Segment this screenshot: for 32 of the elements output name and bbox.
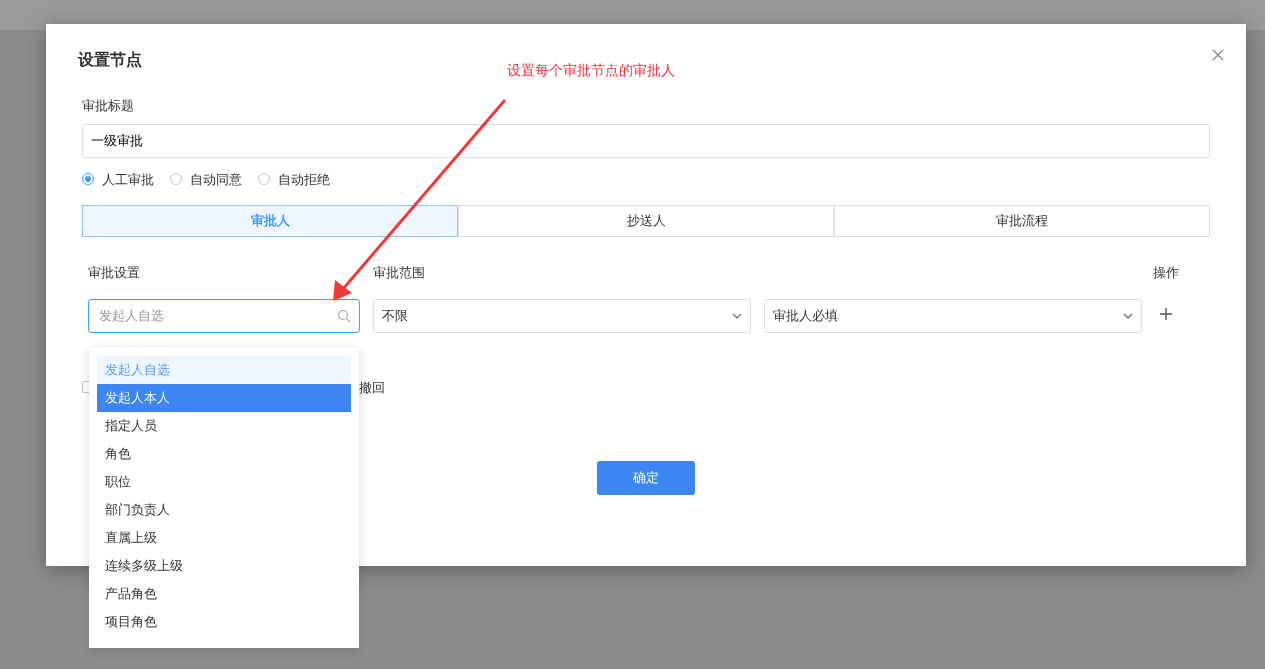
search-select[interactable]: 发起人自选 <box>88 298 360 333</box>
dropdown-option[interactable]: 部门负责人 <box>97 496 174 524</box>
field-label: 审批标题 <box>82 97 135 115</box>
caret-icon <box>732 312 742 319</box>
dropdown-option[interactable]: 发起人本人 <box>97 384 351 412</box>
dropdown-option[interactable]: 项目角色 <box>97 608 161 636</box>
column-header: 审批范围 <box>373 264 426 282</box>
requirement-select[interactable]: 审批人必填 <box>764 298 1142 333</box>
checkbox-label: 撤回 <box>359 378 385 397</box>
annotation-text: 设置每个审批节点的审批人 <box>507 61 675 80</box>
plus-icon <box>1160 308 1172 320</box>
confirm-button[interactable]: 确定 <box>597 461 695 495</box>
caret-icon <box>1123 312 1133 319</box>
scope-select[interactable]: 不限 <box>373 298 751 333</box>
column-header: 审批设置 <box>88 264 141 282</box>
dropdown-option[interactable]: 连续多级上级 <box>97 552 187 580</box>
title-input[interactable]: 一级审批 <box>82 123 1210 158</box>
dropdown-option[interactable]: 直属上级 <box>97 524 161 552</box>
search-icon <box>337 308 351 323</box>
tab[interactable]: 抄送人 <box>458 205 834 237</box>
dropdown-option[interactable]: 指定人员 <box>97 412 161 440</box>
dropdown-option[interactable]: 角色 <box>97 440 135 468</box>
radio-option[interactable]: 人工审批 <box>82 169 154 189</box>
column-header: 操作 <box>1153 264 1180 282</box>
radio-option[interactable]: 自动拒绝 <box>258 169 330 189</box>
dropdown-option[interactable]: 职位 <box>97 468 135 496</box>
dropdown-option[interactable]: 产品角色 <box>97 580 161 608</box>
search-input[interactable]: 发起人自选 <box>97 304 337 327</box>
radio-option[interactable]: 自动同意 <box>170 169 242 189</box>
tab[interactable]: 审批流程 <box>834 205 1210 237</box>
dialog-title: 设置节点 <box>78 49 142 71</box>
close-icon <box>1212 48 1224 61</box>
